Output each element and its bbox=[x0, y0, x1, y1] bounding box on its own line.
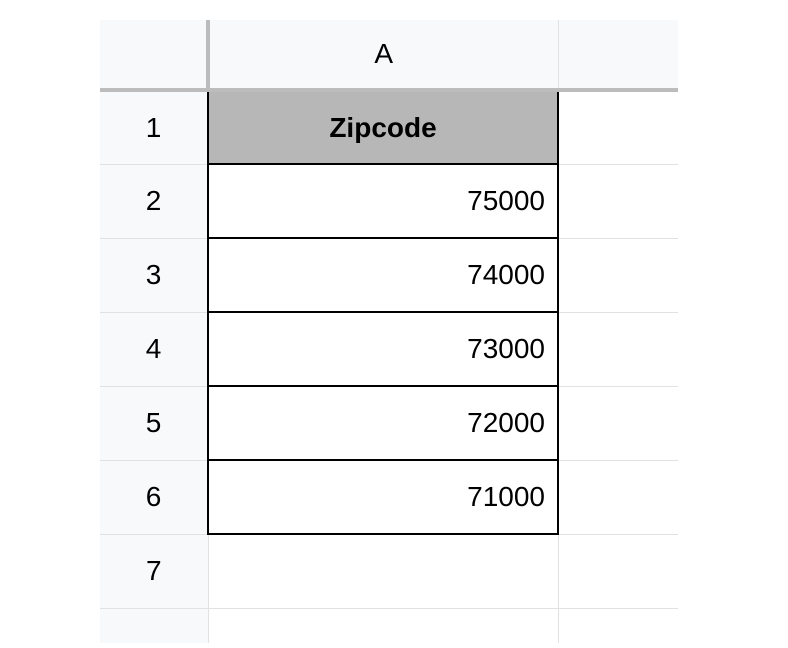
cell-B5[interactable] bbox=[558, 386, 678, 460]
spreadsheet-grid[interactable]: A 1 Zipcode 2 75000 3 74000 4 73000 5 72… bbox=[100, 20, 678, 643]
cell-A5[interactable]: 72000 bbox=[208, 386, 558, 460]
cell-B3[interactable] bbox=[558, 238, 678, 312]
cell-A6[interactable]: 71000 bbox=[208, 460, 558, 534]
cell-A3[interactable]: 74000 bbox=[208, 238, 558, 312]
row-header-7[interactable]: 7 bbox=[100, 534, 208, 608]
row-header-6[interactable]: 6 bbox=[100, 460, 208, 534]
cell-A4[interactable]: 73000 bbox=[208, 312, 558, 386]
cell-B8[interactable] bbox=[558, 608, 678, 643]
column-header-A[interactable]: A bbox=[208, 20, 558, 90]
row-header-3[interactable]: 3 bbox=[100, 238, 208, 312]
row-header-1[interactable]: 1 bbox=[100, 90, 208, 164]
cell-B7[interactable] bbox=[558, 534, 678, 608]
column-header-blank bbox=[558, 20, 678, 90]
row-header-5[interactable]: 5 bbox=[100, 386, 208, 460]
row-header-2[interactable]: 2 bbox=[100, 164, 208, 238]
row-header-8[interactable] bbox=[100, 608, 208, 643]
cell-A7[interactable] bbox=[208, 534, 558, 608]
cell-B4[interactable] bbox=[558, 312, 678, 386]
cell-A2[interactable]: 75000 bbox=[208, 164, 558, 238]
cell-B6[interactable] bbox=[558, 460, 678, 534]
cell-A8[interactable] bbox=[208, 608, 558, 643]
cell-A1[interactable]: Zipcode bbox=[208, 90, 558, 164]
row-header-4[interactable]: 4 bbox=[100, 312, 208, 386]
cell-B2[interactable] bbox=[558, 164, 678, 238]
cell-B1[interactable] bbox=[558, 90, 678, 164]
select-all-corner[interactable] bbox=[100, 20, 208, 90]
